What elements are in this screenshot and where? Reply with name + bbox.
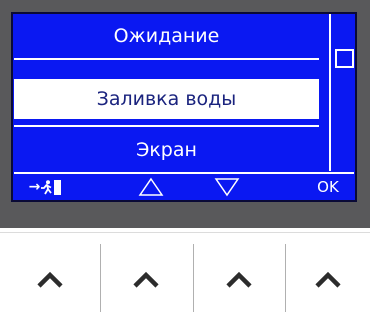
menu-item-screen[interactable]: Экран (14, 129, 319, 171)
scrollbar-track (329, 14, 331, 171)
arrow-right-icon: → (28, 179, 41, 195)
softkey-bar: → OK (14, 175, 354, 199)
chevron-up-icon (37, 271, 63, 288)
hardware-button-panel (0, 232, 370, 326)
hardware-button-4[interactable] (285, 233, 370, 326)
scrollbar-thumb[interactable] (335, 49, 354, 68)
menu-item-label: Ожидание (113, 25, 220, 47)
down-softkey[interactable] (207, 175, 247, 199)
triangle-up-icon (138, 177, 164, 196)
exit-softkey[interactable]: → (20, 175, 70, 199)
triangle-down-icon (214, 178, 240, 197)
hardware-button-2[interactable] (100, 233, 192, 326)
hardware-button-1[interactable] (4, 233, 96, 326)
menu-item-water-fill[interactable]: Заливка воды (14, 79, 319, 119)
chevron-up-icon (314, 271, 341, 288)
menu-list: Ожидание Заливка воды Экран (14, 15, 319, 171)
exit-person-icon (41, 179, 53, 194)
softkey-divider (14, 172, 354, 174)
up-softkey[interactable] (131, 175, 171, 199)
exit-door-icon (54, 179, 62, 195)
chevron-up-icon (133, 271, 159, 288)
menu-divider (14, 58, 319, 60)
menu-divider (14, 125, 319, 127)
hardware-button-3[interactable] (193, 233, 285, 326)
ok-softkey[interactable]: OK (310, 175, 346, 199)
menu-item-label: Заливка воды (96, 88, 237, 110)
ok-label: OK (317, 178, 339, 196)
menu-item-label: Экран (136, 139, 197, 161)
menu-item-standby[interactable]: Ожидание (14, 15, 319, 57)
chevron-up-icon (226, 271, 252, 288)
